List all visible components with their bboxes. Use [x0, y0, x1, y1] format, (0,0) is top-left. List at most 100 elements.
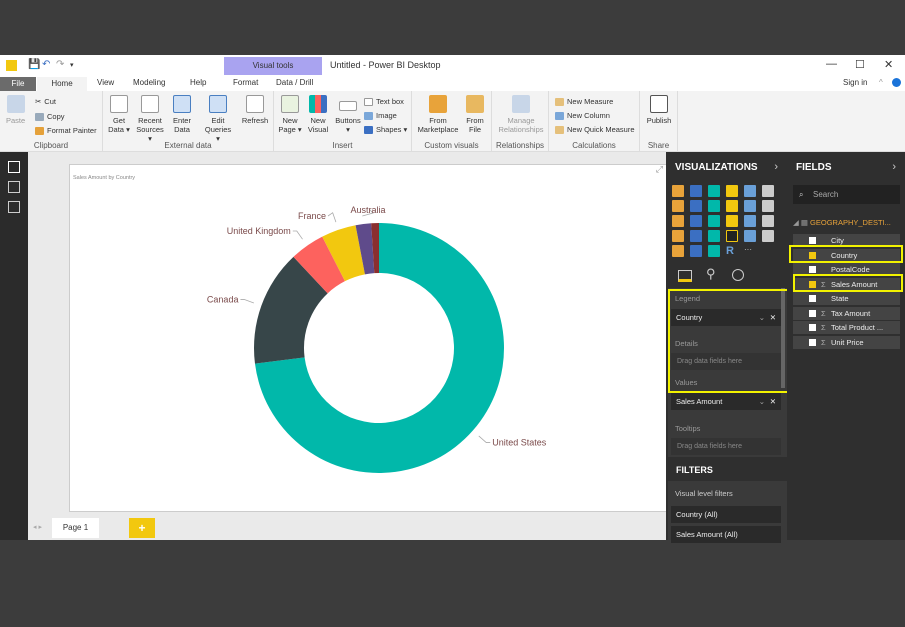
checkbox[interactable]: [809, 266, 816, 273]
data-view-icon[interactable]: [8, 181, 20, 193]
field-item[interactable]: Σ Total Product ...: [793, 321, 900, 334]
copy-button[interactable]: Copy: [35, 112, 65, 121]
field-item[interactable]: Σ Unit Price: [793, 335, 900, 349]
visual-type-icon[interactable]: [726, 185, 738, 197]
checkbox[interactable]: [809, 237, 816, 244]
visual-type-icon[interactable]: [762, 230, 774, 242]
visual-type-icon[interactable]: [744, 185, 756, 197]
visual-type-icon[interactable]: [672, 215, 684, 227]
visual-type-icon[interactable]: [690, 215, 702, 227]
tab-format[interactable]: Format: [233, 78, 258, 87]
visual-type-icon[interactable]: [690, 230, 702, 242]
visual-type-icon[interactable]: [672, 200, 684, 212]
checkbox[interactable]: [809, 324, 816, 331]
manage-relationships-button[interactable]: Manage Relationships: [495, 95, 547, 134]
shapes-button[interactable]: Shapes ▾: [364, 125, 407, 134]
help-icon[interactable]: [892, 78, 901, 87]
visual-type-icon[interactable]: R: [726, 245, 738, 257]
visual-type-icon[interactable]: [762, 245, 774, 257]
visual-type-icon[interactable]: [744, 200, 756, 212]
from-marketplace-button[interactable]: From Marketplace: [417, 95, 459, 134]
page-nav-arrows[interactable]: ◂ ▸: [33, 523, 42, 531]
filter-country[interactable]: Country (All): [671, 506, 781, 523]
visual-type-icon[interactable]: [762, 185, 774, 197]
tab-home[interactable]: Home: [37, 77, 87, 92]
buttons-button[interactable]: Buttons ▾: [334, 95, 362, 134]
format-painter-button[interactable]: Format Painter: [35, 126, 97, 135]
visual-type-icon[interactable]: ···: [744, 245, 756, 257]
share-group: Publish Share: [640, 91, 678, 152]
visual-type-icon[interactable]: [672, 185, 684, 197]
tab-file[interactable]: File: [0, 77, 36, 91]
analytics-icon[interactable]: [732, 269, 744, 281]
customize-qat-icon[interactable]: ▾: [70, 61, 74, 69]
donut-chart-visual[interactable]: Sales Amount by Country ⤢ ⋯ United State…: [69, 162, 686, 512]
table-geography[interactable]: ◢ ▦ GEOGRAPHY_DESTI...: [793, 218, 891, 227]
enter-data-button[interactable]: Enter Data: [170, 95, 194, 134]
filter-sales-amount[interactable]: Sales Amount (All): [671, 526, 781, 543]
visual-type-icon[interactable]: [708, 230, 720, 242]
visual-type-icon[interactable]: [708, 200, 720, 212]
image-button[interactable]: Image: [364, 111, 397, 120]
collapse-fields-icon[interactable]: ›: [892, 161, 896, 173]
redo-icon[interactable]: ↷: [56, 59, 64, 70]
tab-data-drill[interactable]: Data / Drill: [276, 78, 313, 87]
checkbox[interactable]: [809, 309, 816, 317]
cut-button[interactable]: ✂ Cut: [35, 97, 56, 106]
remove-field-icon[interactable]: ✕: [770, 393, 776, 410]
maximize-button[interactable]: ☐: [855, 58, 865, 71]
collapse-ribbon-icon[interactable]: ^: [879, 78, 883, 87]
field-item[interactable]: State: [793, 292, 900, 305]
visual-type-icon[interactable]: [726, 230, 738, 242]
new-visual-button[interactable]: New Visual: [306, 95, 330, 134]
values-field-pill[interactable]: Sales Amount ⌄ ✕: [671, 393, 781, 410]
visual-type-icon[interactable]: [762, 200, 774, 212]
tab-modeling[interactable]: Modeling: [133, 78, 165, 87]
visual-type-icon[interactable]: [708, 215, 720, 227]
tooltips-drop-zone[interactable]: Drag data fields here: [671, 438, 781, 455]
visual-type-icon[interactable]: [762, 215, 774, 227]
edit-queries-button[interactable]: Edit Queries ▾: [202, 95, 234, 143]
visual-type-icon[interactable]: [690, 200, 702, 212]
tab-view[interactable]: View: [97, 78, 114, 87]
recent-sources-button[interactable]: Recent Sources ▾: [135, 95, 165, 143]
visual-type-icon[interactable]: [726, 200, 738, 212]
new-column-button[interactable]: New Column: [555, 111, 610, 120]
get-data-button[interactable]: Get Data ▾: [107, 95, 131, 134]
report-view-icon[interactable]: [8, 161, 20, 173]
visual-type-icon[interactable]: [744, 230, 756, 242]
visual-type-icon[interactable]: [744, 215, 756, 227]
chevron-down-icon[interactable]: ⌄: [759, 393, 765, 410]
new-quick-measure-button[interactable]: New Quick Measure: [555, 125, 635, 134]
fields-tab-icon[interactable]: [678, 270, 692, 282]
visual-type-icon[interactable]: [708, 245, 720, 257]
visual-type-icon[interactable]: [672, 230, 684, 242]
visual-type-icon[interactable]: [708, 185, 720, 197]
tab-help[interactable]: Help: [190, 78, 206, 87]
visual-type-icon[interactable]: [726, 215, 738, 227]
add-page-button[interactable]: +: [129, 518, 155, 538]
sign-in-link[interactable]: Sign in: [843, 78, 867, 87]
close-button[interactable]: ✕: [884, 58, 893, 71]
checkbox[interactable]: [809, 338, 816, 346]
paste-button[interactable]: Paste: [6, 95, 25, 125]
refresh-button[interactable]: Refresh: [240, 95, 270, 125]
format-paint-roller-icon[interactable]: ⚲: [706, 266, 716, 282]
from-file-button[interactable]: From File: [464, 95, 486, 134]
visual-type-icon[interactable]: [690, 185, 702, 197]
undo-icon[interactable]: ↶: [42, 59, 50, 70]
visual-type-icon[interactable]: [690, 245, 702, 257]
page-tab-1[interactable]: Page 1: [52, 518, 99, 538]
checkbox[interactable]: [809, 295, 816, 302]
visual-type-icon[interactable]: [672, 245, 684, 257]
relationships-view-icon[interactable]: [8, 201, 20, 213]
field-item[interactable]: Σ Tax Amount: [793, 306, 900, 320]
new-measure-button[interactable]: New Measure: [555, 97, 613, 106]
fields-search-input[interactable]: ⌕ Search: [793, 185, 900, 204]
new-page-button[interactable]: New Page ▾: [278, 95, 302, 134]
minimize-button[interactable]: —: [826, 58, 837, 70]
collapse-visualizations-icon[interactable]: ›: [774, 161, 778, 173]
publish-button[interactable]: Publish: [644, 95, 674, 125]
save-icon[interactable]: 💾: [28, 59, 40, 70]
text-box-button[interactable]: Text box: [364, 97, 404, 106]
